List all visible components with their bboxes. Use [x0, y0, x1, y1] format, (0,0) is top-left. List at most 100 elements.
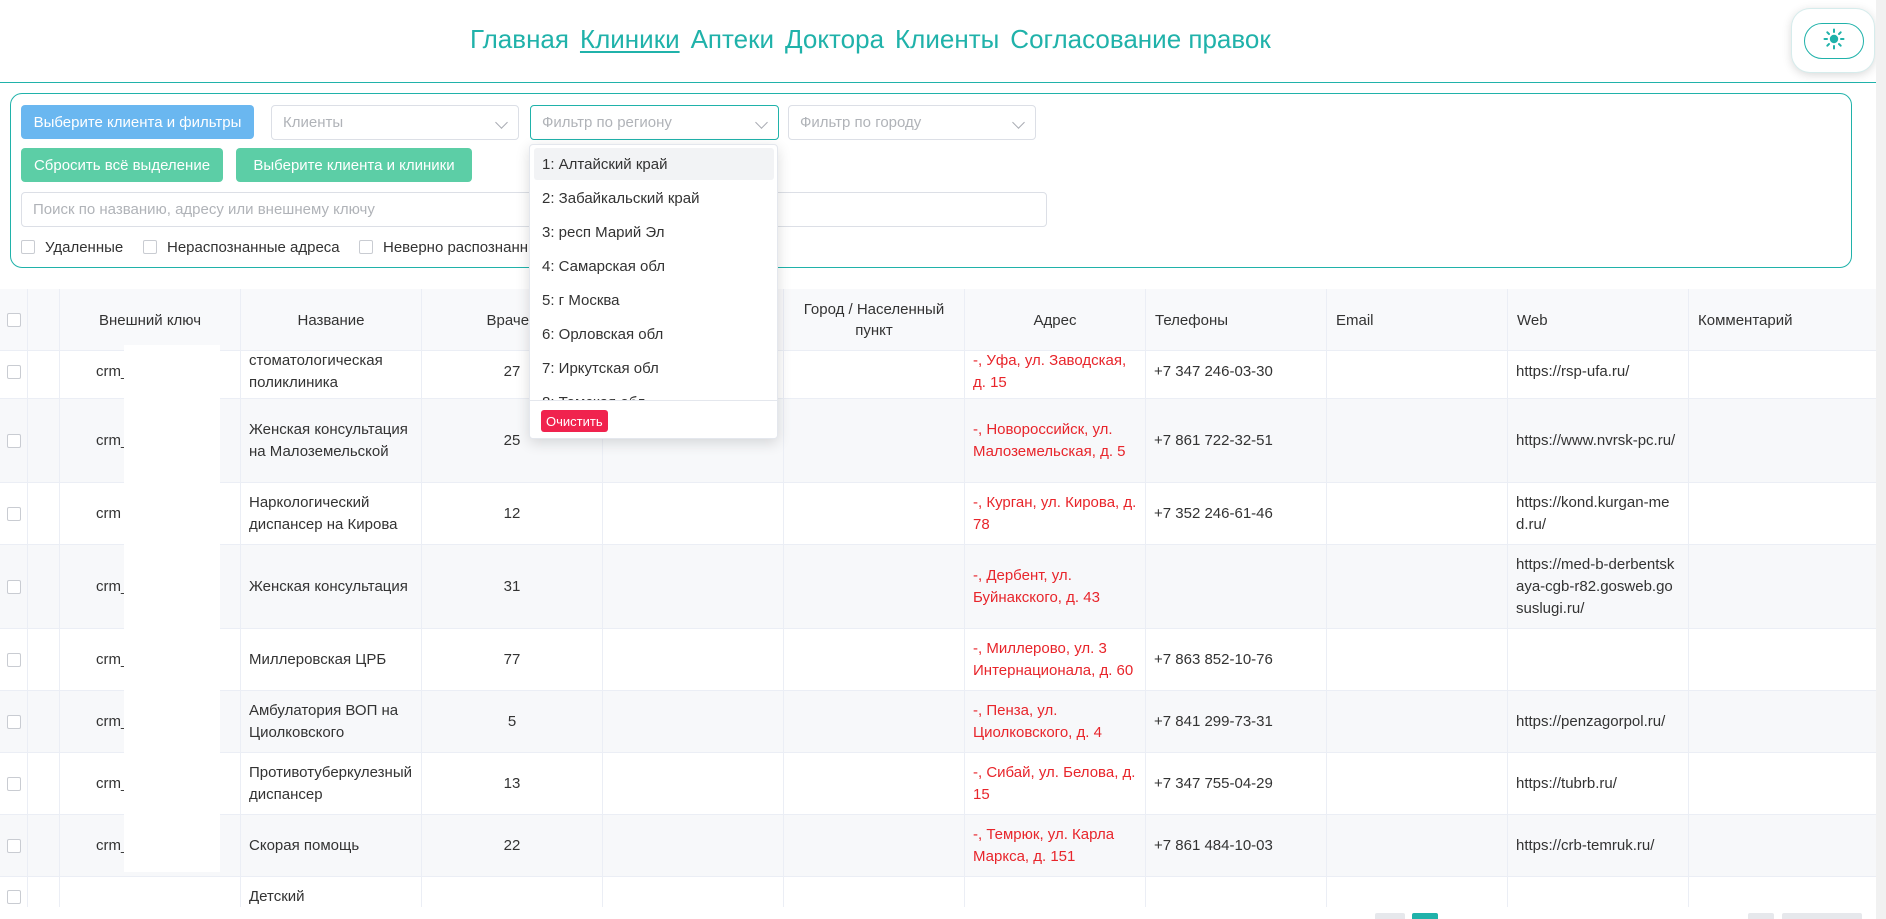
cell-address: -, Сибай, ул. Белова, д. 15 — [965, 753, 1146, 814]
region-dropdown: 1: Алтайский край 2: Забайкальский край 3:… — [529, 144, 778, 439]
row-select-cell — [0, 629, 28, 690]
table-row[interactable]: crm Наркологический диспансер на Кирова 12… — [0, 483, 1876, 545]
table-row[interactable]: crm_ Противотуберкулезный диспансер 13 -, С… — [0, 753, 1876, 815]
row-checkbox[interactable] — [6, 652, 21, 667]
region-option[interactable]: 6: Орловская обл — [534, 318, 774, 350]
cell-phone: +7 347 246-03-30 — [1146, 345, 1327, 398]
checkbox-unrecognized-addresses[interactable]: Нераспознанные адреса — [143, 237, 340, 257]
cell-city — [784, 815, 965, 876]
header-city[interactable]: Город / Населенный пункт — [784, 289, 965, 351]
cell-email — [1327, 483, 1508, 544]
region-option[interactable]: 4: Самарская обл — [534, 250, 774, 282]
cell-comment — [1689, 877, 1876, 907]
table-row[interactable]: crm_ Женская консультация 31 -, Дербент, ул… — [0, 545, 1876, 629]
cell-city — [784, 877, 965, 907]
row-checkbox[interactable] — [6, 776, 21, 791]
row-checkbox[interactable] — [6, 714, 21, 729]
cell-exp — [28, 629, 60, 690]
row-checkbox[interactable] — [6, 364, 21, 379]
cell-comment — [1689, 483, 1876, 544]
cell-city — [784, 753, 965, 814]
city-select-placeholder: Фильтр по городу — [800, 114, 922, 131]
region-select-placeholder: Фильтр по региону — [542, 114, 672, 131]
checkbox-box[interactable] — [143, 240, 157, 254]
cell-phone — [1146, 545, 1327, 628]
header-name[interactable]: Название — [241, 289, 422, 351]
cell-web: https://crb-temruk.ru/ — [1508, 815, 1689, 876]
header-web[interactable]: Web — [1508, 289, 1689, 351]
pagination-button[interactable] — [1748, 913, 1774, 919]
pagination-current-page[interactable] — [1412, 913, 1438, 919]
row-checkbox[interactable] — [6, 506, 21, 521]
region-dropdown-footer: Очистить — [530, 400, 777, 438]
cell-doctors: 12 — [422, 483, 603, 544]
cell-address: -, Дербент, ул. Буйнакского, д. 43 — [965, 545, 1146, 628]
cell-name: Скорая помощь — [241, 815, 422, 876]
cell-comment — [1689, 345, 1876, 398]
nav-clients[interactable]: Клиенты — [895, 24, 999, 55]
checkbox-deleted[interactable]: Удаленные — [21, 237, 123, 257]
header-email[interactable]: Email — [1327, 289, 1508, 351]
table-row[interactable]: crm_ Женская консультация на Малоземельск… — [0, 399, 1876, 483]
clients-select[interactable]: Клиенты — [271, 105, 519, 140]
cell-doctors: 31 — [422, 545, 603, 628]
table-row[interactable]: crm_ Амбулатория ВОП на Циолковского 5 -, П… — [0, 691, 1876, 753]
chevron-down-icon — [1012, 116, 1025, 129]
nav-home[interactable]: Главная — [470, 24, 569, 55]
nav-clinics[interactable]: Клиники — [580, 24, 680, 55]
checkbox-box[interactable] — [359, 240, 373, 254]
nav-pharmacies[interactable]: Аптеки — [691, 24, 774, 55]
table-header: Внешний ключ Название Врачей Город / Нас… — [0, 289, 1876, 351]
cell-address: -, Миллерово, ул. 3 Интернационала, д. 6… — [965, 629, 1146, 690]
region-filter-select[interactable]: Фильтр по региону — [530, 105, 779, 140]
table-row[interactable]: crm_ стоматологическая поликлиника 27 -, Уф… — [0, 345, 1876, 399]
table-row[interactable]: crm_ Миллеровская ЦРБ 77 -, Миллерово, ул. … — [0, 629, 1876, 691]
table-row[interactable]: crm_ Скорая помощь 22 -, Темрюк, ул. Карла … — [0, 815, 1876, 877]
header-address[interactable]: Адрес — [965, 289, 1146, 351]
theme-toggle-button[interactable] — [1804, 23, 1864, 59]
region-option[interactable]: 1: Алтайский край — [534, 148, 774, 180]
region-option[interactable]: 3: респ Марий Эл — [534, 216, 774, 248]
cell-comment — [1689, 753, 1876, 814]
cell-address: -, Темрюк, ул. Карла Маркса, д. 151 — [965, 815, 1146, 876]
cell-doctors: 77 — [422, 629, 603, 690]
nav-edit-approval[interactable]: Согласование правок — [1010, 24, 1270, 55]
region-option[interactable]: 7: Иркутская обл — [534, 352, 774, 384]
select-all-checkbox[interactable] — [6, 313, 21, 327]
page-size-select[interactable] — [1782, 913, 1862, 919]
select-client-filters-button[interactable]: Выберите клиента и фильтры — [21, 105, 254, 139]
header-external-key[interactable]: Внешний ключ — [60, 289, 241, 351]
checkbox-box[interactable] — [21, 240, 35, 254]
cell-name: Миллеровская ЦРБ — [241, 629, 422, 690]
cell-city — [784, 629, 965, 690]
sun-icon — [1823, 28, 1845, 55]
cell-doctors: 5 — [422, 691, 603, 752]
row-checkbox[interactable] — [6, 433, 21, 448]
city-filter-select[interactable]: Фильтр по городу — [788, 105, 1036, 140]
header-expand — [28, 289, 60, 351]
pagination-button[interactable] — [1375, 913, 1405, 919]
clear-region-button[interactable]: Очистить — [541, 410, 608, 432]
clients-select-placeholder: Клиенты — [283, 114, 344, 131]
search-placeholder: Поиск по названию, адресу или внешнему к… — [33, 201, 375, 218]
region-option[interactable]: 5: г Москва — [534, 284, 774, 316]
cell-exp — [28, 753, 60, 814]
row-checkbox[interactable] — [6, 889, 21, 904]
table-row[interactable]: Детский — [0, 877, 1876, 907]
page-scrollbar[interactable] — [1876, 0, 1886, 919]
reset-selection-button[interactable]: Сбросить всё выделение — [21, 148, 223, 182]
select-client-clinics-button[interactable]: Выберите клиента и клиники — [236, 148, 472, 182]
cell-exp — [28, 483, 60, 544]
clinics-table: Внешний ключ Название Врачей Город / Нас… — [0, 289, 1876, 907]
cell-web: https://rsp-ufa.ru/ — [1508, 345, 1689, 398]
cell-exp — [28, 399, 60, 482]
header-comment[interactable]: Комментарий — [1689, 289, 1876, 351]
region-option[interactable]: 2: Забайкальский край — [534, 182, 774, 214]
checkbox-misrecognized[interactable]: Неверно распознанные — [359, 237, 547, 257]
nav-doctors[interactable]: Доктора — [785, 24, 884, 55]
row-checkbox[interactable] — [6, 838, 21, 853]
cell-phone: +7 352 246-61-46 — [1146, 483, 1327, 544]
header-phones[interactable]: Телефоны — [1146, 289, 1327, 351]
row-checkbox[interactable] — [6, 579, 21, 594]
cell-comment — [1689, 545, 1876, 628]
